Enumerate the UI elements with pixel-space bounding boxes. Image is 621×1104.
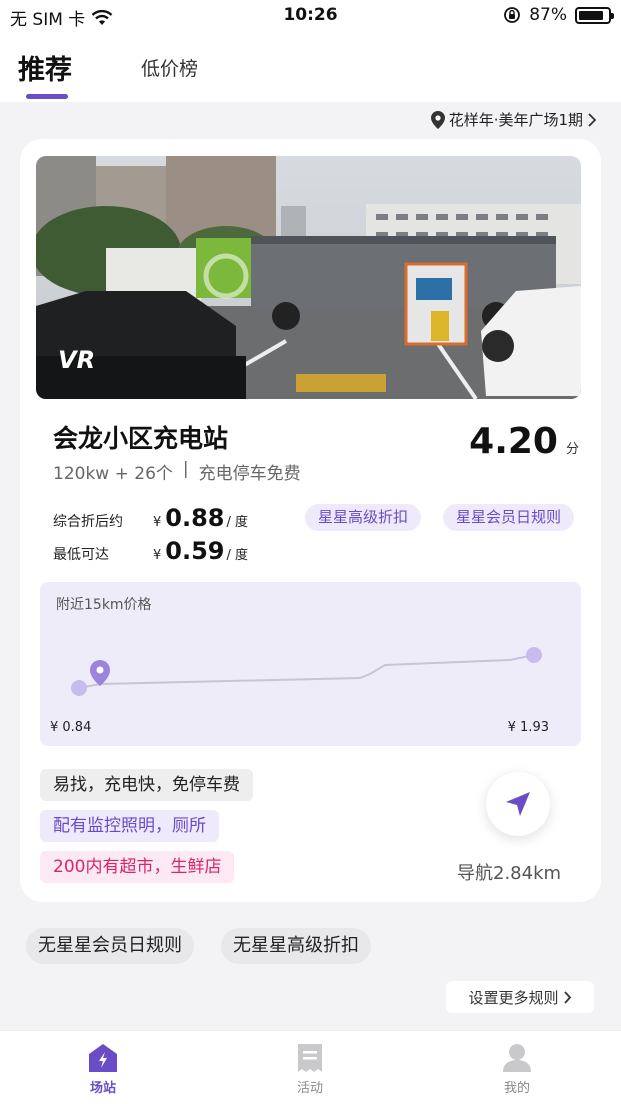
battery-icon (575, 6, 614, 24)
station-photo[interactable]: VR (36, 156, 581, 399)
price-unit: / 度 (226, 515, 249, 530)
price-after-discount: 综合折后约 ¥ 0.88 / 度 (53, 504, 248, 532)
receipt-icon (298, 1044, 322, 1072)
bottom-nav: 场站 活动 我的 (0, 1030, 621, 1104)
top-tabs: 推荐 低价榜 (0, 32, 621, 102)
chevron-right-icon (563, 990, 571, 1004)
tab-recommend[interactable]: 推荐 (18, 48, 72, 87)
nav-label-activities: 活动 (296, 1081, 323, 1096)
user-profile-icon (503, 1044, 531, 1072)
station-card[interactable]: VR 会龙小区充电站 120kw + 26个 | 充电停车免费 4.20 分 综… (20, 139, 601, 902)
feature-tag-facilities: 配有监控照明，厕所 (40, 810, 219, 842)
feature-tag-convenience: 易找，充电快，免停车费 (40, 769, 253, 801)
max-price-point (526, 647, 542, 663)
promo-tag-member-day[interactable]: 星星会员日规则 (443, 504, 575, 531)
nav-item-activities[interactable]: 活动 (270, 1043, 350, 1096)
location-pin-icon (430, 110, 445, 129)
promo-tag-advanced-discount[interactable]: 星星高级折扣 (305, 504, 422, 531)
vr-badge[interactable]: VR (58, 346, 95, 374)
price-value: 0.88 (165, 504, 225, 532)
score-value: 4.20 (469, 421, 558, 462)
current-station-marker-icon (90, 660, 110, 686)
meta-separator: | (182, 459, 189, 479)
set-more-rules-button[interactable]: 设置更多规则 (446, 981, 594, 1013)
power-info: 120kw + 26个 (53, 464, 173, 484)
station-meta: 120kw + 26个 | 充电停车免费 (53, 459, 301, 484)
orientation-lock-icon (504, 7, 521, 23)
max-price-label: ¥ 1.93 (507, 720, 549, 735)
station-name: 会龙小区充电站 (53, 424, 229, 453)
navigate-button[interactable] (486, 772, 550, 836)
status-bar: 无 SIM 卡 10:26 87% (0, 0, 621, 32)
min-price-label: ¥ 0.84 (50, 720, 92, 735)
currency-symbol: ¥ (153, 548, 162, 563)
nav-item-stations[interactable]: 场站 (63, 1043, 143, 1096)
price-label: 最低可达 (53, 547, 109, 563)
nav-label-mine: 我的 (503, 1081, 530, 1096)
parking-info: 充电停车免费 (198, 464, 301, 484)
price-trend-line (71, 647, 542, 696)
min-price-point (71, 680, 87, 696)
battery-percent: 87% (529, 5, 567, 25)
location-label: 花样年·美年广场1期 (448, 111, 583, 129)
feature-tag-nearby-shops: 200内有超市，生鲜店 (40, 851, 235, 883)
charging-station-icon (89, 1044, 117, 1072)
score-unit: 分 (565, 442, 579, 457)
location-selector[interactable]: 花样年·美年广场1期 (430, 109, 597, 130)
chevron-right-icon (588, 112, 597, 127)
more-rules-label: 设置更多规则 (468, 988, 559, 1007)
navigation-arrow-icon (506, 792, 530, 816)
price-label: 综合折后约 (53, 514, 123, 530)
tab-low-price[interactable]: 低价榜 (141, 54, 198, 81)
rule-tag-no-member-day[interactable]: 无星星会员日规则 (26, 928, 194, 964)
station-scene-image (36, 156, 581, 399)
nav-label-stations: 场站 (89, 1081, 116, 1096)
navigation-distance[interactable]: 导航2.84km (457, 859, 561, 885)
nearby-price-chart: 附近15km价格 ¥ 0.84 ¥ 1.93 (40, 582, 581, 746)
rule-tag-no-advanced-discount[interactable]: 无星星高级折扣 (221, 928, 371, 964)
station-score: 4.20 分 (469, 421, 579, 462)
nav-item-mine[interactable]: 我的 (477, 1043, 557, 1096)
currency-symbol: ¥ (153, 515, 162, 530)
price-unit: / 度 (226, 548, 249, 563)
active-tab-indicator (26, 94, 68, 99)
price-lowest: 最低可达 ¥ 0.59 / 度 (53, 537, 248, 565)
price-value: 0.59 (165, 537, 225, 565)
